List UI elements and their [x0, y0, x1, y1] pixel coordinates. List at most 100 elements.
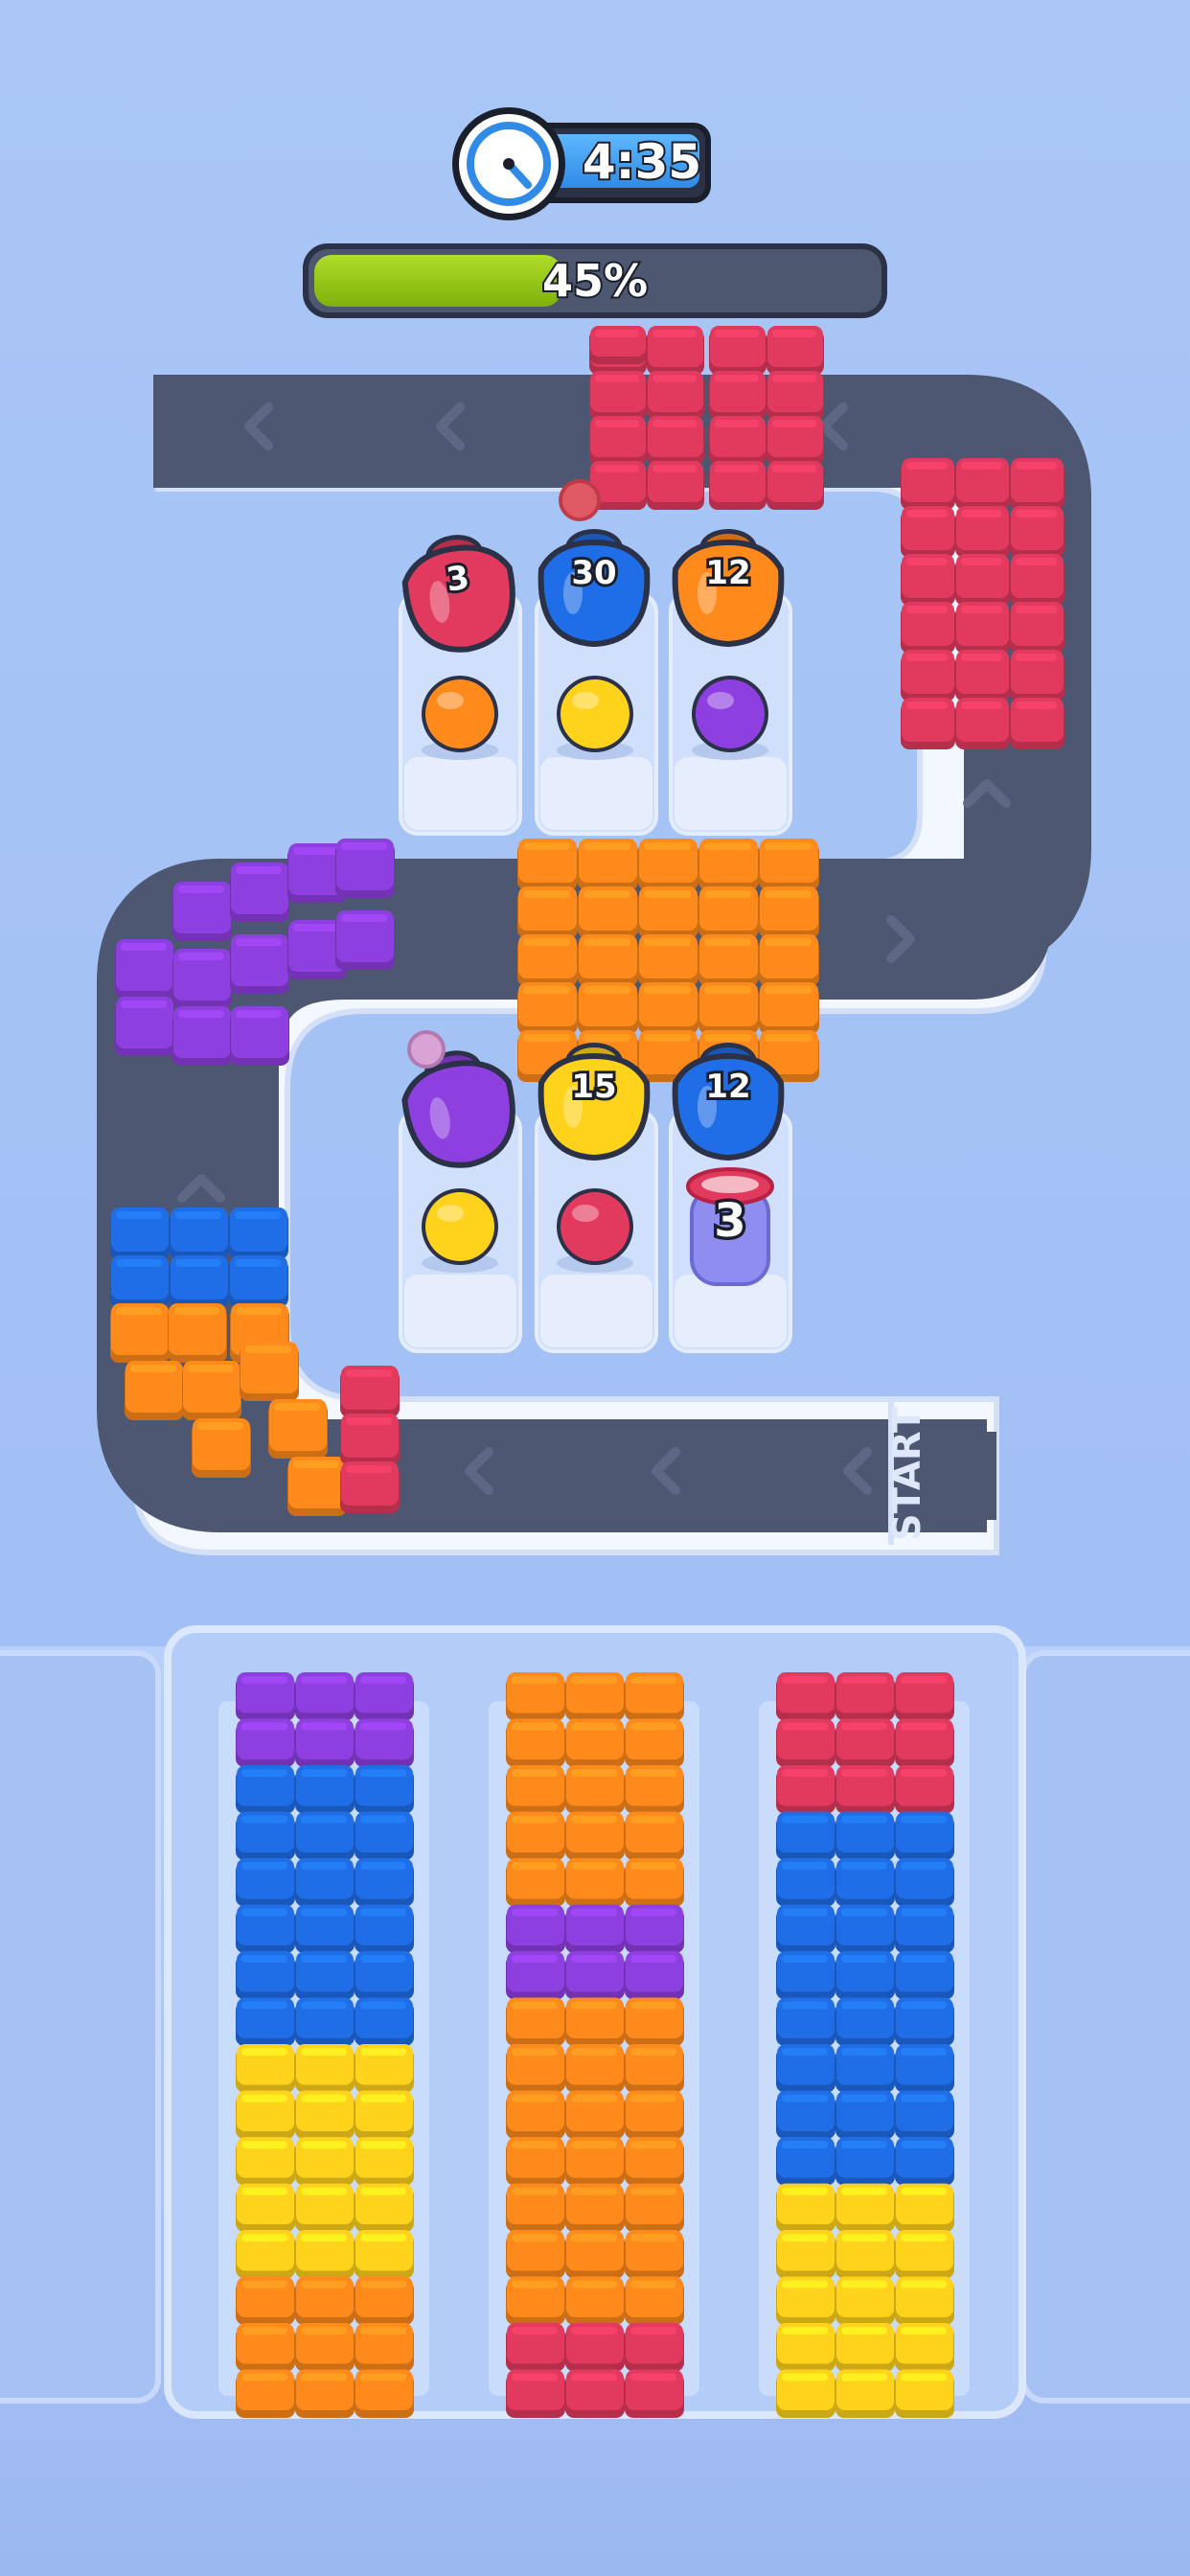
- track-block: [759, 886, 819, 938]
- block-stack-right[interactable]: [776, 1672, 954, 2418]
- stack-block: [295, 1997, 355, 2046]
- track-block: [268, 1399, 328, 1459]
- track-block: [517, 934, 578, 986]
- pedestal-base: [540, 1275, 652, 1347]
- queued-ball: [557, 1188, 633, 1273]
- stack-block: [835, 1718, 895, 1767]
- stack-block: [506, 2369, 565, 2418]
- track-block: [589, 371, 647, 420]
- block-stack-left[interactable]: [236, 1672, 414, 2418]
- track-block: [1010, 650, 1064, 702]
- track-block: [759, 934, 819, 986]
- stack-block: [355, 1997, 414, 2046]
- stack-block: [565, 2137, 625, 2186]
- track-block: [517, 982, 578, 1034]
- queued-ball: [557, 676, 633, 760]
- track-block: [955, 602, 1010, 654]
- launcher-count: 3: [714, 1194, 745, 1248]
- pedestal-base: [675, 757, 787, 830]
- stack-block: [295, 1951, 355, 2000]
- track-block: [340, 1414, 400, 1465]
- stack-block: [295, 2323, 355, 2372]
- track-block: [709, 416, 767, 465]
- stack-block: [625, 2044, 684, 2093]
- stack-block: [565, 2044, 625, 2093]
- stack-block: [895, 1951, 954, 2000]
- stack-block: [506, 2183, 565, 2232]
- stack-block: [236, 1904, 295, 1953]
- track-block: [287, 1457, 347, 1516]
- stack-block: [295, 2276, 355, 2325]
- track-block: [647, 326, 704, 375]
- track-block: [698, 982, 759, 1034]
- stack-block: [506, 2137, 565, 2186]
- queued-ball: [692, 676, 768, 760]
- track-block: [647, 416, 704, 465]
- stack-block: [776, 2230, 835, 2279]
- stack-block: [776, 2090, 835, 2139]
- stack-block: [236, 2090, 295, 2139]
- track-block: [955, 554, 1010, 606]
- track-block: [230, 862, 289, 922]
- track-block: [172, 949, 232, 1008]
- stack-block: [236, 1811, 295, 1860]
- stack-block: [835, 2369, 895, 2418]
- stack-block: [295, 1904, 355, 1953]
- stack-block: [895, 2230, 954, 2279]
- stack-block: [776, 2276, 835, 2325]
- track-block: [698, 839, 759, 890]
- stack-block: [895, 2276, 954, 2325]
- stack-block: [506, 2090, 565, 2139]
- stack-block: [506, 1858, 565, 1907]
- stack-block: [236, 2369, 295, 2418]
- track-block: [759, 982, 819, 1034]
- stack-block: [625, 2369, 684, 2418]
- stack-block: [355, 1904, 414, 1953]
- stack-block: [565, 1718, 625, 1767]
- stack-block: [355, 2369, 414, 2418]
- shooter-cannon[interactable]: 30: [538, 529, 651, 648]
- track-block: [192, 1418, 251, 1478]
- launcher-slot[interactable]: 3: [686, 1167, 774, 1286]
- stack-block: [835, 2276, 895, 2325]
- stack-block: [295, 1765, 355, 1814]
- stack-block: [776, 2369, 835, 2418]
- track-block: [1010, 602, 1064, 654]
- stack-block: [565, 1672, 625, 1721]
- track-block: [229, 1255, 288, 1307]
- stack-block: [835, 2230, 895, 2279]
- track-block: [170, 1255, 229, 1307]
- stack-block: [776, 1951, 835, 2000]
- stack-block: [236, 2276, 295, 2325]
- shooter-count: 12: [705, 554, 750, 592]
- stack-block: [506, 1718, 565, 1767]
- stack-block: [295, 1811, 355, 1860]
- stack-block: [506, 1951, 565, 2000]
- track-block: [230, 1006, 289, 1066]
- stack-block: [565, 1765, 625, 1814]
- shooter-cannon[interactable]: 12: [672, 529, 785, 648]
- pedestal-base: [540, 757, 652, 830]
- track-block: [229, 1208, 288, 1259]
- stack-block: [625, 1904, 684, 1953]
- stack-block: [295, 2230, 355, 2279]
- stack-block: [236, 1858, 295, 1907]
- track-block: [517, 839, 578, 890]
- stack-block: [355, 2230, 414, 2279]
- level-progress-text: 45%: [540, 253, 650, 309]
- track-block: [901, 554, 955, 606]
- stack-block: [236, 1718, 295, 1767]
- stack-block: [776, 2044, 835, 2093]
- stack-block: [625, 1997, 684, 2046]
- queued-ball: [422, 676, 498, 760]
- stack-block: [355, 2323, 414, 2372]
- stack-block: [355, 2183, 414, 2232]
- block-stack-middle[interactable]: [506, 1672, 684, 2418]
- stack-block: [895, 1765, 954, 1814]
- track-block: [638, 886, 698, 938]
- stack-block: [355, 1718, 414, 1767]
- stack-block: [625, 1811, 684, 1860]
- track-block: [638, 839, 698, 890]
- level-progress-bar: 45%: [303, 243, 887, 318]
- stack-block: [625, 1951, 684, 2000]
